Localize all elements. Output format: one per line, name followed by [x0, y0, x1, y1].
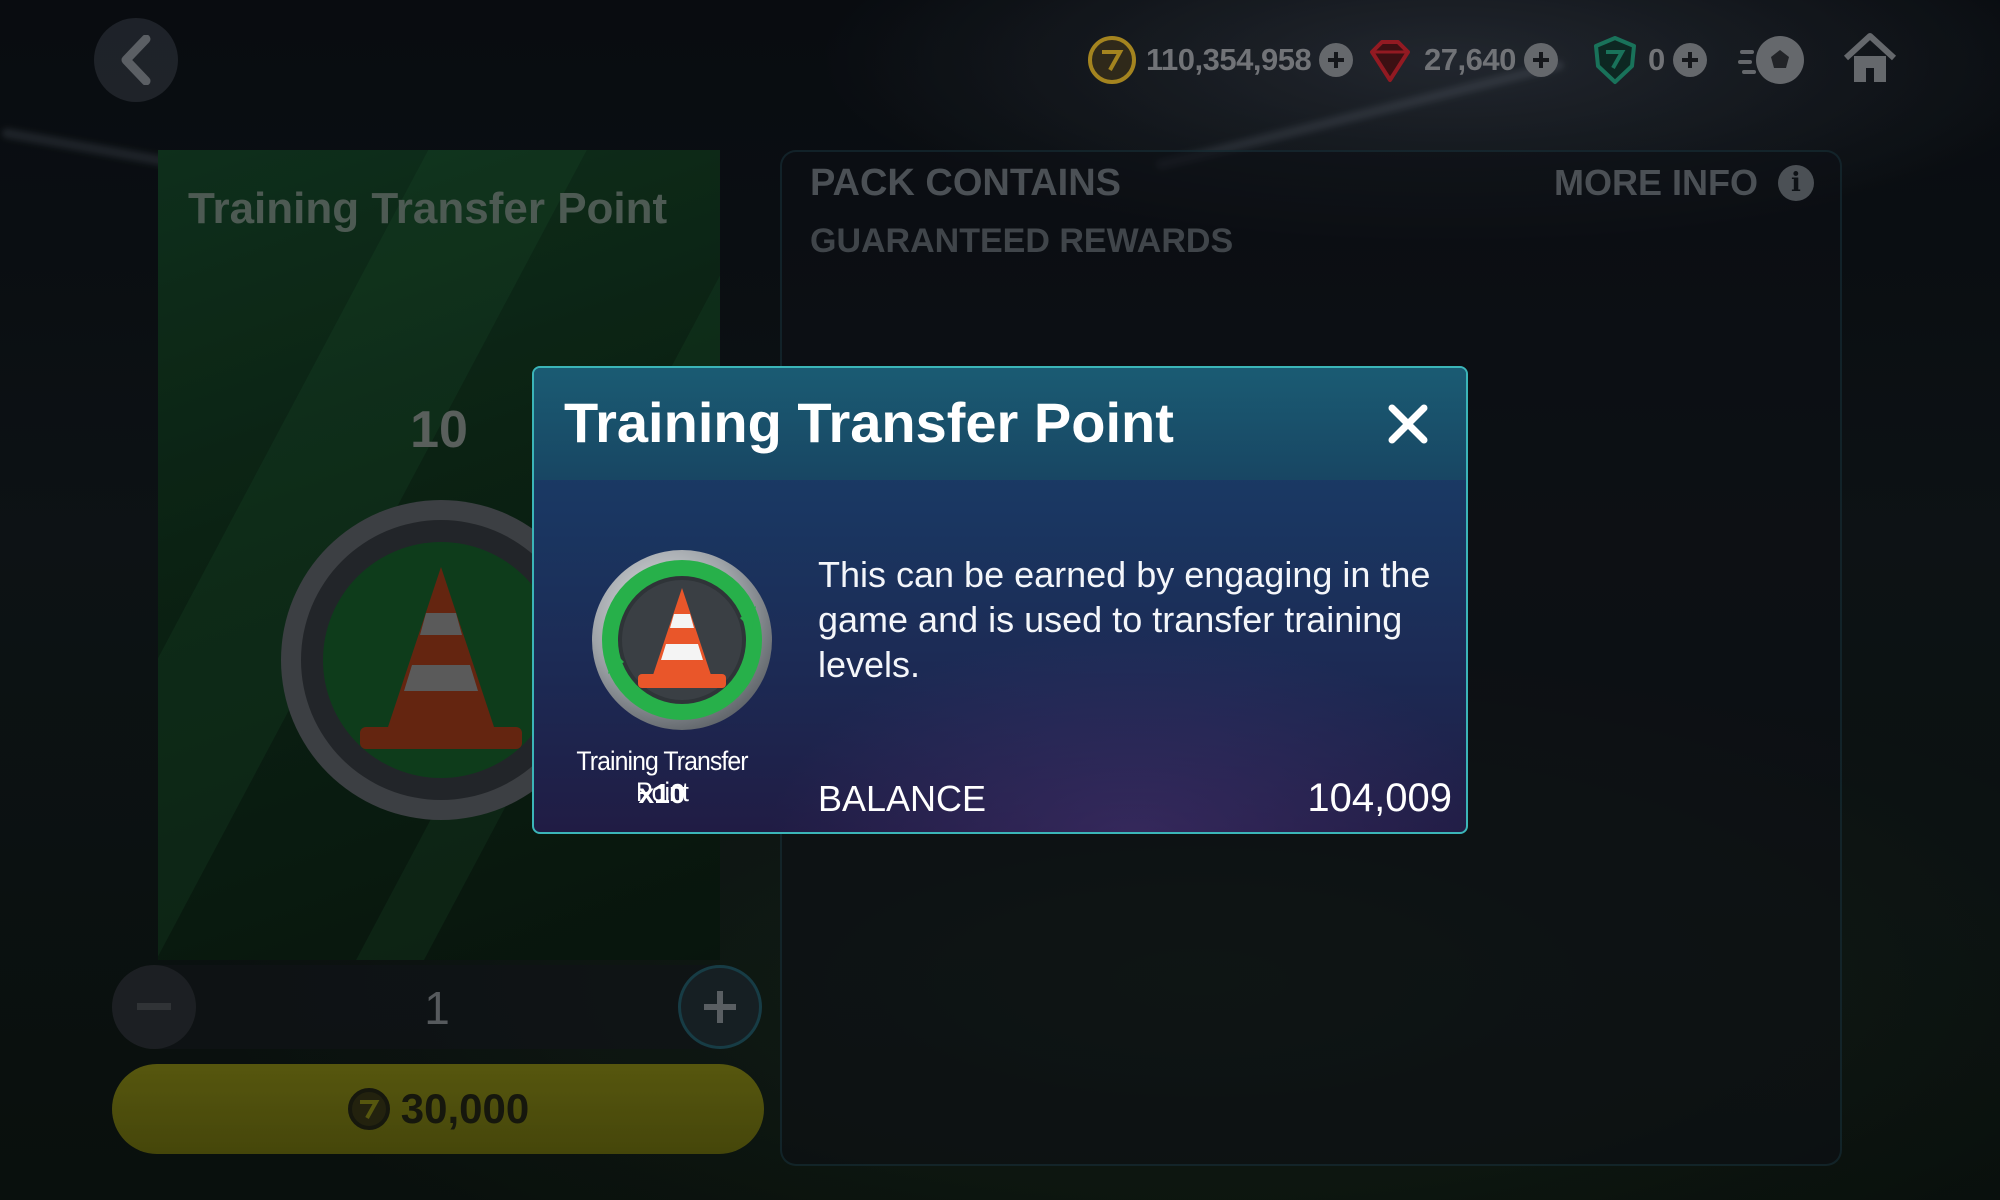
close-icon[interactable] [1386, 402, 1430, 446]
transfer-cone-token-icon [592, 550, 772, 730]
balance-value: 104,009 [1307, 776, 1452, 820]
item-info-dialog: Training Transfer Point Training Transfe… [532, 366, 1468, 834]
item-count: x10 [638, 778, 686, 809]
item-description: This can be earned by engaging in the ga… [818, 554, 1431, 685]
dialog-title: Training Transfer Point [564, 391, 1174, 454]
balance-label: BALANCE [818, 778, 987, 819]
